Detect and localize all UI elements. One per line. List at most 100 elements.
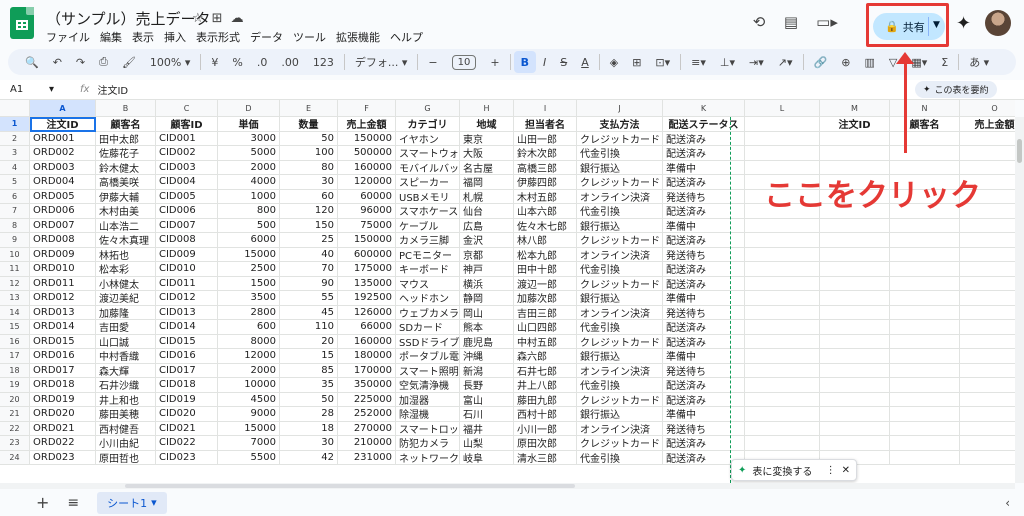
cell[interactable]: 120 <box>280 204 338 219</box>
cell[interactable]: 231000 <box>338 450 396 465</box>
cell[interactable] <box>745 392 820 407</box>
cell[interactable] <box>960 233 1015 248</box>
cell[interactable] <box>745 407 820 422</box>
cell[interactable]: CID009 <box>156 247 218 262</box>
cell[interactable]: 渡辺一郎 <box>514 276 577 291</box>
cell[interactable]: 発送待ち <box>663 189 745 204</box>
cell[interactable]: 66000 <box>338 320 396 335</box>
menu-item[interactable]: ファイル <box>46 29 90 45</box>
cell[interactable]: 森大輝 <box>96 363 156 378</box>
cell[interactable] <box>820 436 890 451</box>
cell[interactable]: CID011 <box>156 276 218 291</box>
cell[interactable] <box>960 335 1015 349</box>
cell[interactable]: カテゴリ <box>396 117 460 132</box>
cell[interactable]: 森六郎 <box>514 349 577 364</box>
cell[interactable] <box>745 117 820 132</box>
cell[interactable]: 代金引換 <box>577 146 663 161</box>
row-header[interactable]: 21 <box>0 407 30 422</box>
cell[interactable] <box>820 392 890 407</box>
cell[interactable]: 木村五郎 <box>514 189 577 204</box>
cell[interactable]: 配送済み <box>663 276 745 291</box>
font-size-input[interactable]: 10 <box>445 51 484 73</box>
cell[interactable] <box>890 146 960 161</box>
cell[interactable]: 配送済み <box>663 204 745 219</box>
cell[interactable]: 160000 <box>338 160 396 175</box>
cell[interactable]: 田中十郎 <box>514 262 577 277</box>
cell[interactable]: 85 <box>280 363 338 378</box>
spreadsheet-grid[interactable]: A B C D E F G H I J K L M N O 1 注文ID 顧客名 顧客ID 単価 数量 売上金額 カテゴリ地… <box>0 100 1015 483</box>
cell[interactable] <box>890 276 960 291</box>
cell[interactable]: 支払方法 <box>577 117 663 132</box>
cell[interactable]: 清水三郎 <box>514 450 577 465</box>
font-size-increase-icon[interactable]: + <box>483 51 506 73</box>
cell[interactable]: 5500 <box>218 450 280 465</box>
cell[interactable]: 売上金額 <box>960 117 1015 132</box>
print-icon[interactable]: ⎙ <box>92 51 115 73</box>
cell[interactable]: 銀行振込 <box>577 160 663 175</box>
convert-to-table-chip[interactable]: ✦ 表に変換する ⋮ ✕ <box>731 459 857 481</box>
cell[interactable]: 小林健太 <box>96 276 156 291</box>
cell[interactable]: 75000 <box>338 218 396 233</box>
cell[interactable]: 井上八郎 <box>514 378 577 393</box>
cell[interactable]: 配送ステータス <box>663 117 745 132</box>
cell[interactable]: スマートロック <box>396 421 460 436</box>
cell[interactable]: CID006 <box>156 204 218 219</box>
sheets-logo-icon[interactable] <box>10 7 34 39</box>
cell[interactable]: 350000 <box>338 378 396 393</box>
cell[interactable]: 仙台 <box>460 204 514 219</box>
cell[interactable] <box>890 436 960 451</box>
cell[interactable]: 石井七郎 <box>514 363 577 378</box>
cell[interactable] <box>960 422 1015 436</box>
cell[interactable]: 210000 <box>338 436 396 451</box>
comments-icon[interactable]: ▤ <box>777 8 805 36</box>
star-icon[interactable]: ☆ <box>192 11 204 26</box>
cell[interactable]: ORD005 <box>30 189 96 204</box>
cell[interactable] <box>745 291 820 306</box>
cell[interactable]: 600 <box>218 320 280 335</box>
cell[interactable] <box>820 218 890 233</box>
cell[interactable] <box>745 334 820 349</box>
cell[interactable]: 1000 <box>218 189 280 204</box>
comment-icon[interactable]: ⊕ <box>834 51 857 73</box>
menu-item[interactable]: 表示形式 <box>196 29 240 45</box>
cell[interactable] <box>745 349 820 364</box>
cell[interactable]: 30 <box>280 436 338 451</box>
cell[interactable]: クレジットカード <box>577 334 663 349</box>
cell[interactable]: 2000 <box>218 160 280 175</box>
cell[interactable]: CID005 <box>156 189 218 204</box>
cell[interactable]: 地域 <box>460 117 514 132</box>
cell[interactable]: ORD012 <box>30 291 96 306</box>
cell[interactable]: ORD007 <box>30 218 96 233</box>
column-header[interactable]: J <box>577 100 663 117</box>
cell[interactable]: 20 <box>280 334 338 349</box>
cell[interactable]: 600000 <box>338 247 396 262</box>
select-all-corner[interactable] <box>0 100 30 117</box>
cell[interactable] <box>820 320 890 335</box>
chevron-down-icon[interactable]: ▾ <box>151 496 157 509</box>
cell[interactable] <box>960 393 1015 407</box>
cell[interactable]: 銀行振込 <box>577 291 663 306</box>
cell[interactable] <box>820 276 890 291</box>
cell[interactable] <box>890 378 960 393</box>
meet-icon[interactable]: ▭▸ <box>809 8 845 36</box>
vertical-align-icon[interactable]: ⊥▾ <box>713 51 742 73</box>
cell[interactable] <box>890 407 960 422</box>
cell[interactable]: 吉田三郎 <box>514 305 577 320</box>
cell[interactable]: 鈴木次郎 <box>514 146 577 161</box>
search-icon[interactable]: 🔍 <box>18 51 46 73</box>
cell[interactable]: カメラ三脚 <box>396 233 460 248</box>
cell[interactable]: 大阪 <box>460 146 514 161</box>
cell[interactable]: 岡山 <box>460 305 514 320</box>
summarize-table-button[interactable]: ✦ この表を要約 <box>915 81 997 98</box>
zoom-select[interactable]: 100% ▾ <box>143 51 197 73</box>
cell[interactable]: 石井沙織 <box>96 378 156 393</box>
cell[interactable] <box>820 146 890 161</box>
cell[interactable]: 60000 <box>338 189 396 204</box>
cell[interactable]: ORD010 <box>30 262 96 277</box>
cell[interactable]: 山口四郎 <box>514 320 577 335</box>
cell[interactable]: クレジットカード <box>577 233 663 248</box>
cell[interactable]: ORD015 <box>30 334 96 349</box>
increase-decimal-button[interactable]: .00 <box>274 51 306 73</box>
cell[interactable]: 4500 <box>218 392 280 407</box>
column-header[interactable]: I <box>514 100 577 117</box>
